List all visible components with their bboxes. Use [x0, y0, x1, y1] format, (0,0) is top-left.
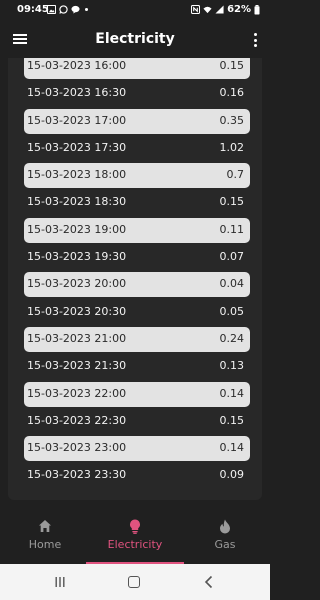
- list-item[interactable]: 15-03-2023 16:00 0.15: [8, 58, 262, 80]
- status-system-icons: 62%: [191, 4, 260, 15]
- list-item[interactable]: 15-03-2023 19:30 0.07: [8, 244, 262, 271]
- battery-icon: [254, 4, 260, 14]
- reading-value: 0.16: [219, 86, 245, 100]
- reading-value: 0.15: [219, 195, 245, 209]
- lightbulb-icon: [130, 519, 140, 534]
- whatsapp-icon: [59, 5, 68, 14]
- wifi-icon: [203, 6, 212, 14]
- reading-value: 0.07: [219, 250, 245, 264]
- list-item[interactable]: 15-03-2023 17:30 1.02: [8, 135, 262, 162]
- list-item[interactable]: 15-03-2023 21:00 0.24: [8, 326, 262, 353]
- status-time: 09:45: [17, 4, 49, 15]
- back-icon[interactable]: [203, 575, 215, 589]
- list-item[interactable]: 15-03-2023 20:00 0.04: [8, 271, 262, 298]
- list-item[interactable]: 15-03-2023 18:00 0.7: [8, 162, 262, 189]
- reading-datetime: 15-03-2023 20:30: [27, 304, 127, 318]
- list-item[interactable]: 15-03-2023 23:30 0.09: [8, 462, 262, 489]
- list-item[interactable]: 15-03-2023 16:30 0.16: [8, 80, 262, 107]
- more-vert-icon[interactable]: [252, 33, 258, 47]
- list-item[interactable]: 15-03-2023 20:30 0.05: [8, 299, 262, 326]
- reading-value: 0.35: [219, 113, 245, 127]
- readings-list[interactable]: 15-03-2023 16:00 0.15 15-03-2023 16:30 0.16…: [8, 58, 262, 500]
- reading-value: 0.15: [219, 413, 245, 427]
- status-bar: 09:45 62%: [0, 0, 270, 22]
- reading-datetime: 15-03-2023 18:00: [27, 168, 127, 182]
- bottom-navigation: Home Electricity Gas: [0, 508, 270, 564]
- reading-datetime: 15-03-2023 23:30: [27, 468, 127, 482]
- chat-icon: [71, 5, 80, 14]
- reading-datetime: 15-03-2023 22:00: [27, 386, 127, 400]
- reading-value: 0.15: [219, 59, 245, 72]
- reading-value: 0.04: [219, 277, 245, 291]
- home-icon: [39, 520, 51, 532]
- list-item[interactable]: 15-03-2023 18:30 0.15: [8, 189, 262, 216]
- reading-value: 0.24: [219, 331, 245, 345]
- reading-value: 0.05: [219, 304, 245, 318]
- nav-item-electricity[interactable]: Electricity: [90, 508, 180, 564]
- home-circle-icon[interactable]: [128, 576, 140, 588]
- nav-label-home: Home: [28, 538, 62, 551]
- status-notification-icons: [47, 5, 88, 14]
- reading-value: 0.13: [219, 359, 245, 373]
- flame-icon: [220, 519, 230, 534]
- nav-item-home[interactable]: Home: [0, 508, 90, 564]
- reading-datetime: 15-03-2023 20:00: [27, 277, 127, 291]
- recents-icon[interactable]: [54, 576, 66, 588]
- nav-label-electricity: Electricity: [107, 538, 163, 551]
- reading-value: 0.11: [219, 222, 245, 236]
- signal-icon: [215, 5, 224, 14]
- battery-percent: 62%: [227, 4, 251, 15]
- list-item[interactable]: 15-03-2023 21:30 0.13: [8, 353, 262, 380]
- list-item[interactable]: 15-03-2023 22:00 0.14: [8, 381, 262, 408]
- list-item[interactable]: 15-03-2023 22:30 0.15: [8, 408, 262, 435]
- more-notifications-dot: [85, 8, 88, 11]
- page-title: Electricity: [95, 31, 175, 47]
- readings-rows: 15-03-2023 16:00 0.15 15-03-2023 16:30 0.16…: [8, 58, 262, 490]
- reading-value: 0.09: [219, 468, 245, 482]
- list-item[interactable]: 15-03-2023 19:00 0.11: [8, 217, 262, 244]
- reading-datetime: 15-03-2023 22:30: [27, 413, 127, 427]
- gallery-icon: [47, 5, 56, 14]
- reading-value: 0.14: [219, 441, 245, 455]
- list-item[interactable]: 15-03-2023 23:00 0.14: [8, 435, 262, 462]
- reading-datetime: 15-03-2023 17:00: [27, 113, 127, 127]
- reading-datetime: 15-03-2023 16:00: [27, 59, 127, 72]
- list-item[interactable]: 15-03-2023 17:00 0.35: [8, 108, 262, 135]
- reading-value: 1.02: [219, 140, 245, 154]
- reading-value: 0.14: [219, 386, 245, 400]
- reading-datetime: 15-03-2023 18:30: [27, 195, 127, 209]
- nav-item-gas[interactable]: Gas: [180, 508, 270, 564]
- reading-datetime: 15-03-2023 17:30: [27, 140, 127, 154]
- reading-datetime: 15-03-2023 19:30: [27, 250, 127, 264]
- reading-datetime: 15-03-2023 21:30: [27, 359, 127, 373]
- reading-datetime: 15-03-2023 21:00: [27, 331, 127, 345]
- system-navigation-bar: [0, 564, 270, 600]
- reading-datetime: 15-03-2023 19:00: [27, 222, 127, 236]
- nfc-icon: [191, 5, 201, 14]
- app-bar: Electricity: [0, 22, 270, 58]
- reading-datetime: 15-03-2023 16:30: [27, 86, 127, 100]
- reading-value: 0.7: [226, 168, 245, 182]
- reading-datetime: 15-03-2023 23:00: [27, 441, 127, 455]
- nav-label-gas: Gas: [214, 538, 236, 551]
